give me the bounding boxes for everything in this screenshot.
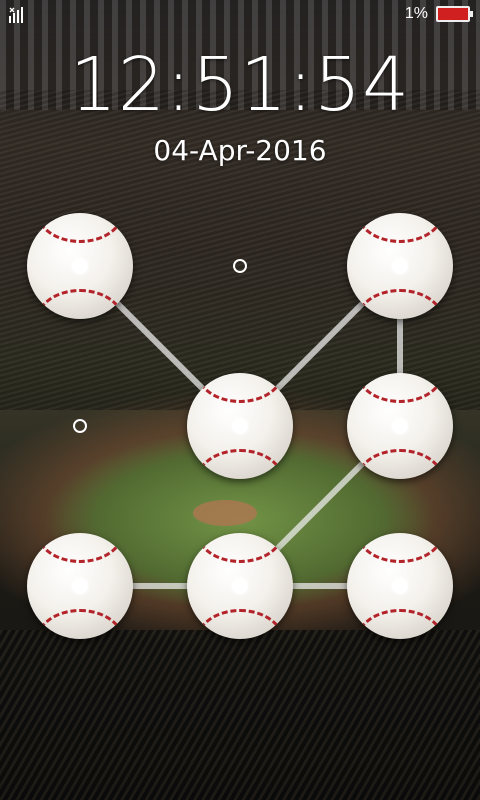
pattern-node-row3-col1[interactable] — [27, 533, 133, 639]
pattern-node-row3-col2[interactable] — [187, 533, 293, 639]
node-dot — [72, 258, 88, 274]
node-dot — [392, 418, 408, 434]
pattern-node-row2-col1[interactable] — [73, 419, 87, 433]
node-dot — [392, 578, 408, 594]
pattern-node-row1-col3[interactable] — [347, 213, 453, 319]
pattern-node-row1-col2[interactable] — [233, 259, 247, 273]
pattern-node-row1-col1[interactable] — [27, 213, 133, 319]
pattern-node-row2-col3[interactable] — [347, 373, 453, 479]
pattern-lock[interactable] — [0, 0, 480, 800]
node-dot — [232, 578, 248, 594]
node-dot — [232, 418, 248, 434]
pattern-node-row2-col2[interactable] — [187, 373, 293, 479]
pattern-node-row3-col3[interactable] — [347, 533, 453, 639]
node-dot — [72, 578, 88, 594]
node-dot — [392, 258, 408, 274]
